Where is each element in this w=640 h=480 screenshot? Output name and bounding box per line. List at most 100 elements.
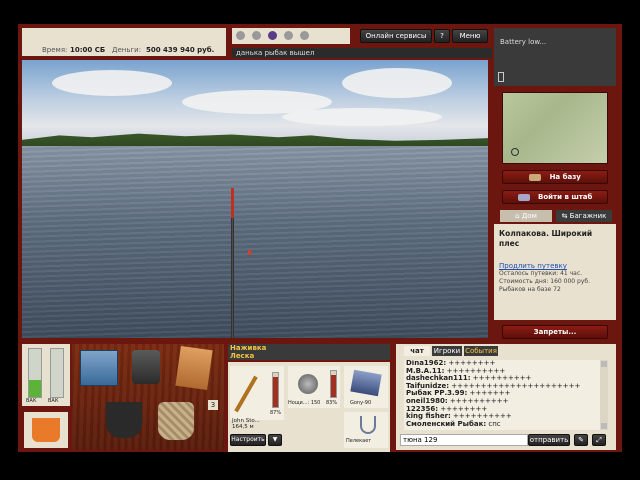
rod-icon [234, 375, 258, 413]
location-info-1: Осталось путевки: 41 час. [499, 270, 583, 277]
reel-label: Нощи...: 150 [288, 400, 321, 406]
line-tab[interactable]: Леска [230, 352, 254, 360]
extra-slot[interactable]: Пелекает [344, 412, 388, 448]
location-info-2: Стоимость дня: 160 000 руб. [499, 278, 590, 285]
expand-icon[interactable]: ⤢ [592, 434, 606, 446]
inventory-panel: 3 [72, 344, 224, 450]
money-value: 500 439 940 руб. [146, 46, 215, 54]
sky [22, 60, 488, 142]
bucket-shape [32, 418, 60, 442]
to-hq-button[interactable]: Войти в штаб [502, 190, 608, 204]
top-icon-strip [232, 28, 350, 44]
cloud [282, 108, 442, 126]
right-gauge [50, 348, 64, 398]
location-info-3: Рыбаков на базе 72 [499, 286, 561, 293]
rod-durability-fill [273, 377, 278, 407]
chat-panel: чат Игроки События Dina1962: ++++++++ M.B… [396, 344, 616, 450]
reel-icon [298, 374, 318, 394]
home-icon: ⌂ [515, 212, 522, 220]
chat-messages: Dina1962: ++++++++ M.B.A.11: ++++++++++ da… [404, 360, 600, 430]
home-tab-label: Дом [521, 212, 537, 220]
map-thumbnail[interactable] [502, 92, 608, 164]
rod-percent: 87% [270, 410, 282, 416]
lure-icon[interactable] [284, 31, 293, 40]
left-gauge-fill [29, 380, 41, 397]
trunk-tab-label: Багажник [569, 212, 607, 220]
location-panel: Колпакова. Широкий плес Продлить путевку… [494, 224, 616, 320]
battery-text: Battery low... [500, 38, 547, 46]
trunk-tab[interactable]: ⇆ Багажник [556, 210, 612, 222]
battery-panel: Battery low... [494, 28, 616, 86]
to-hq-label: Войти в штаб [538, 193, 593, 201]
online-services-button[interactable]: Онлайн сервисы [360, 29, 432, 43]
players-tab[interactable]: Игроки [432, 346, 462, 356]
water[interactable] [22, 146, 488, 338]
chat-scrollbar[interactable] [600, 360, 608, 430]
tackle-box-icon[interactable] [80, 350, 118, 386]
chat-tab[interactable]: чат [404, 346, 430, 356]
lure-box-icon [350, 369, 382, 397]
gauges-panel: ВАК ВАК [22, 344, 70, 406]
to-base-button[interactable]: На базу [502, 170, 608, 184]
tackle-tabs: Наживка Леска [228, 344, 390, 360]
time-label: Время: [42, 46, 68, 54]
send-button[interactable]: отправить [528, 434, 570, 446]
location-title: Колпакова. Широкий плес [499, 229, 593, 248]
left-gauge-label: ВАК [26, 398, 37, 404]
tackle-panel: 87% John Sto... 164,5 м Нощи...: 150 83%… [228, 362, 390, 452]
rod-durability-bar [272, 372, 279, 408]
extend-permit-link[interactable]: Продлить путевку [499, 262, 567, 270]
hook-icon [360, 416, 376, 434]
scroll-up-arrow [601, 361, 607, 367]
creel-basket-icon[interactable] [158, 402, 194, 440]
time-value: 10:00 СБ [70, 46, 106, 54]
notification-text: данька рыбак вышел [236, 49, 315, 57]
bucket-icon[interactable] [24, 412, 68, 448]
lure-icon[interactable] [236, 31, 245, 40]
right-gauge-label: ВАК [48, 398, 59, 404]
battery-icon [498, 72, 504, 82]
help-button[interactable]: ? [434, 29, 450, 43]
rod-length: 164,5 м [232, 424, 254, 430]
pencil-icon[interactable]: ✎ [574, 434, 588, 446]
setup-dropdown[interactable]: ▼ [268, 434, 282, 446]
left-gauge [28, 348, 42, 398]
reel-percent: 83% [326, 400, 338, 406]
scroll-down-arrow [601, 423, 607, 429]
to-base-label: На базу [549, 173, 581, 181]
money-label: Деньги: [112, 46, 142, 54]
reel-durability-bar [330, 370, 337, 398]
trunk-icon: ⇆ [561, 212, 570, 220]
rod-slot[interactable]: 87% [230, 366, 284, 420]
cloud [52, 70, 172, 96]
extra-label: Пелекает [346, 438, 372, 444]
chat-author[interactable]: Смоленский Рыбак: [406, 420, 486, 428]
status-bar: Время: 10:00 СБ Деньги: 500 439 940 руб. [22, 28, 226, 56]
map-marker-icon [511, 148, 519, 156]
lure-icon[interactable] [300, 31, 309, 40]
car-icon [529, 173, 542, 181]
reel-durability-fill [331, 375, 336, 397]
chat-text: спс [486, 419, 501, 428]
fishing-scene[interactable] [22, 60, 488, 338]
home-tab[interactable]: ⌂ Дом [500, 210, 552, 222]
setup-button[interactable]: Настроить [230, 434, 266, 446]
bait-tab[interactable]: Наживка [230, 344, 266, 352]
notebook-icon[interactable] [175, 345, 213, 391]
rod-tip [231, 188, 234, 218]
cloud [342, 68, 452, 98]
backpack-icon[interactable] [132, 350, 160, 384]
events-tab[interactable]: События [464, 346, 498, 356]
pot-icon[interactable] [106, 402, 142, 438]
lure-label: Gony-90 [350, 400, 372, 406]
people-icon [517, 193, 530, 201]
chat-input[interactable] [400, 434, 528, 446]
menu-button[interactable]: Меню [452, 29, 488, 43]
lure-icon[interactable] [252, 31, 261, 40]
float-bobber [248, 250, 251, 255]
notification-bar: данька рыбак вышел [232, 48, 492, 58]
lure-icon[interactable] [268, 31, 277, 40]
item-count-badge: 3 [208, 400, 218, 410]
chat-message: Смоленский Рыбак: спс [404, 419, 600, 429]
restrictions-button[interactable]: Запреты... [502, 325, 608, 339]
